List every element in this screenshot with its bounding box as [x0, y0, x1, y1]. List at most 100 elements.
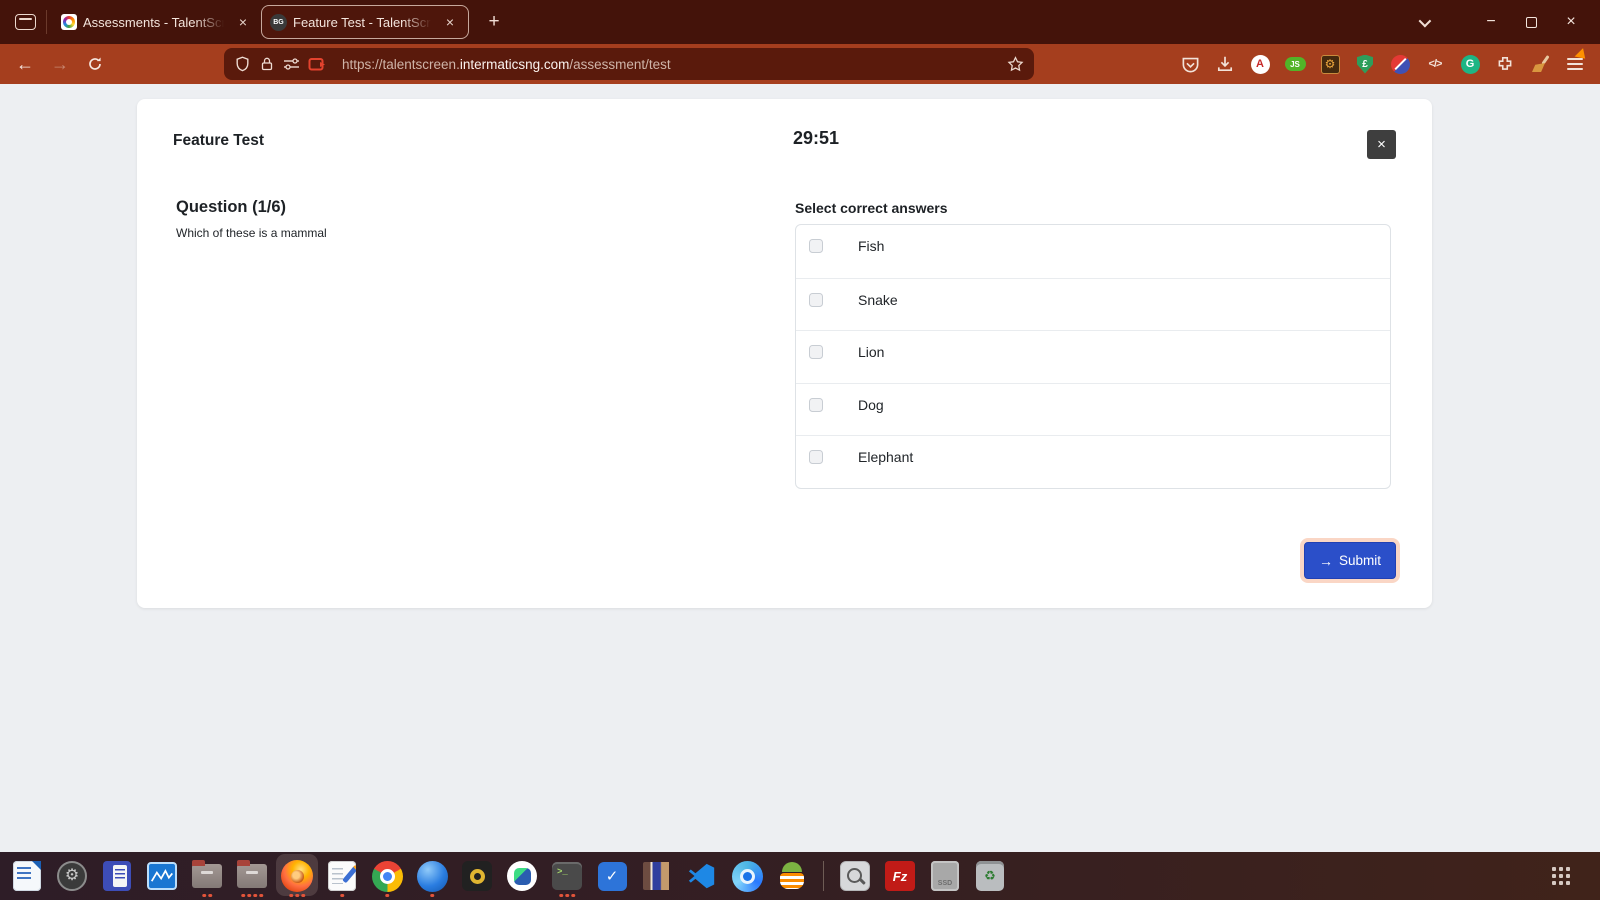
- tab-close-icon[interactable]: ×: [233, 12, 253, 32]
- settings-extension-icon[interactable]: ⚙: [1319, 53, 1341, 75]
- minimize-button[interactable]: −: [1478, 9, 1504, 35]
- window-close-button[interactable]: ×: [1558, 9, 1584, 35]
- dock-libreoffice-writer[interactable]: [10, 854, 44, 898]
- answer-label: Elephant: [858, 449, 914, 466]
- extensions-puzzle-icon[interactable]: [1494, 53, 1516, 75]
- dock-terminal[interactable]: >_: [550, 854, 584, 898]
- restore-icon: [1525, 12, 1542, 28]
- dock-filezilla[interactable]: Fz: [883, 854, 917, 898]
- browser-tab-bar: Assessments - TalentScre × BG Feature Te…: [0, 0, 1600, 44]
- android-bee-icon: [779, 861, 805, 891]
- dock-libreoffice-docs[interactable]: [100, 854, 134, 898]
- dock-vscode[interactable]: [685, 854, 719, 898]
- list-tabs-button[interactable]: [1408, 7, 1438, 37]
- answer-checkbox[interactable]: [809, 397, 823, 412]
- answer-row[interactable]: Fish: [796, 225, 1390, 278]
- tab-title: Feature Test - TalentScre: [293, 14, 434, 30]
- tab-title: Assessments - TalentScre: [83, 14, 227, 30]
- toolbar-extensions: A JS ⚙ £ </> G: [1179, 47, 1590, 81]
- recycle-icon: ♻: [976, 861, 1004, 891]
- firefox-icon: [281, 860, 313, 892]
- reload-button[interactable]: [78, 47, 112, 81]
- grammarly-extension-icon[interactable]: G: [1459, 53, 1481, 75]
- answer-row[interactable]: Snake: [796, 277, 1390, 331]
- dock-rhythmbox[interactable]: [460, 854, 494, 898]
- back-button[interactable]: ←: [8, 47, 42, 81]
- dock-chromium[interactable]: [730, 854, 764, 898]
- currency-shield-extension-icon[interactable]: £: [1354, 53, 1376, 75]
- bg-favicon: BG: [270, 13, 287, 31]
- folder-icon: [237, 860, 267, 888]
- answer-checkbox[interactable]: [809, 239, 823, 253]
- screenshare-indicator-icon[interactable]: [308, 57, 326, 72]
- answer-label: Dog: [858, 396, 884, 413]
- app-menu-icon[interactable]: [1564, 48, 1590, 75]
- dock-firefox[interactable]: [276, 854, 318, 898]
- restore-button[interactable]: [1518, 9, 1544, 35]
- submit-button[interactable]: → Submit: [1303, 542, 1396, 579]
- tab-assessments[interactable]: Assessments - TalentScre ×: [53, 5, 261, 39]
- app-grid-button[interactable]: [1552, 867, 1570, 885]
- javascript-toggle-extension-icon[interactable]: JS: [1284, 53, 1306, 75]
- dock-trash[interactable]: ♻: [973, 854, 1007, 898]
- dock-separator: [823, 861, 824, 891]
- chromium-icon: [731, 860, 763, 892]
- answer-label: Lion: [858, 344, 885, 361]
- shield-icon[interactable]: [234, 56, 251, 73]
- dock-ssd-utility[interactable]: SSD: [928, 854, 962, 898]
- dock-files-folder-2[interactable]: [235, 854, 269, 898]
- dock-system-monitor[interactable]: [145, 854, 179, 898]
- new-tab-button[interactable]: +: [479, 7, 509, 37]
- check-icon: ✓: [597, 861, 627, 891]
- page-title: Feature Test: [173, 132, 265, 149]
- tab-feature-test[interactable]: BG Feature Test - TalentScre ×: [261, 5, 469, 39]
- bookmark-star-icon[interactable]: [1007, 55, 1024, 73]
- answer-checkbox[interactable]: [809, 292, 823, 307]
- vscode-icon: [687, 861, 717, 891]
- answers-list: Fish Snake Lion Dog Elephant: [795, 224, 1391, 489]
- permissions-icon[interactable]: [283, 57, 300, 71]
- firefox-view-icon: [14, 14, 36, 30]
- taskbar: ⚙ >_ ✓ Fz SSD ♻: [0, 852, 1600, 900]
- assessment-close-button[interactable]: ×: [1367, 130, 1396, 159]
- answer-checkbox[interactable]: [809, 345, 823, 360]
- downloads-icon[interactable]: [1214, 53, 1236, 75]
- dock-screenshot-tool[interactable]: [838, 854, 872, 898]
- clean-broom-extension-icon[interactable]: [1529, 53, 1551, 75]
- menu-notification-badge: [1574, 48, 1590, 63]
- dock-android-studio[interactable]: [505, 854, 539, 898]
- submit-label: Submit: [1338, 553, 1381, 568]
- tab-divider: [46, 10, 47, 34]
- answers-header: Select correct answers: [795, 200, 948, 216]
- address-bar[interactable]: https://talentscreen.intermaticsng.com/a…: [224, 48, 1034, 80]
- answer-checkbox[interactable]: [809, 450, 823, 465]
- speaker-icon: [462, 861, 492, 891]
- tab-close-icon[interactable]: ×: [440, 12, 460, 32]
- lock-icon[interactable]: [259, 56, 275, 72]
- dock-thunderbird[interactable]: [415, 854, 449, 898]
- question-text: Which of these is a mammal: [176, 226, 327, 240]
- dock-calibre[interactable]: [640, 854, 674, 898]
- adguard-extension-icon[interactable]: A: [1249, 53, 1271, 75]
- chevron-down-icon: [1418, 14, 1431, 27]
- dock-files-folder[interactable]: [190, 854, 224, 898]
- document-icon: [103, 861, 131, 891]
- dock-text-editor[interactable]: [325, 854, 359, 898]
- pocket-icon[interactable]: [1179, 53, 1201, 75]
- reload-icon: [89, 57, 101, 70]
- dock-todo[interactable]: ✓: [595, 854, 629, 898]
- color-ring-favicon: [61, 14, 77, 30]
- dock-settings[interactable]: ⚙: [55, 854, 89, 898]
- code-extension-icon[interactable]: </>: [1424, 53, 1446, 75]
- firefox-view-button[interactable]: [8, 7, 42, 37]
- answer-label: Snake: [858, 291, 898, 308]
- answer-label: Fish: [858, 238, 885, 254]
- dock-android-emulator[interactable]: [775, 854, 809, 898]
- answer-row[interactable]: Lion: [796, 330, 1390, 383]
- browser-nav-bar: ← → https://talentscreen.intermaticsng.c…: [0, 44, 1600, 84]
- assessment-card: Feature Test 29:51 × Question (1/6) Whic…: [137, 99, 1432, 608]
- dock-chrome[interactable]: [370, 854, 404, 898]
- adblock-extension-icon[interactable]: [1389, 53, 1411, 75]
- answer-row[interactable]: Elephant: [796, 435, 1390, 488]
- answer-row[interactable]: Dog: [796, 382, 1390, 436]
